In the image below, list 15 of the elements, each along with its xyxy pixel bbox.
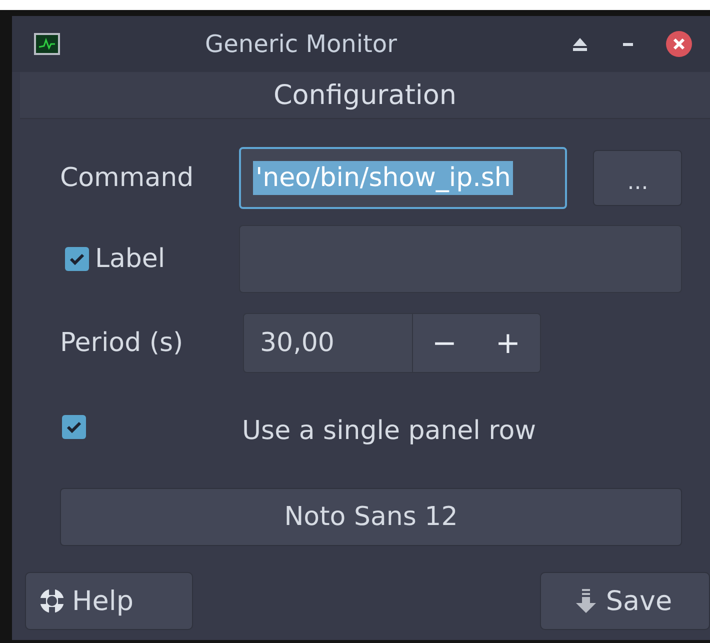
single-row-checkbox[interactable] [62, 415, 86, 439]
section-title: Configuration [273, 80, 457, 110]
help-button[interactable]: Help [25, 572, 193, 630]
label-checkbox[interactable] [65, 247, 89, 271]
font-button[interactable]: Noto Sans 12 [60, 488, 682, 546]
window-title: Generic Monitor [204, 30, 398, 58]
checkbox-label: Label [95, 244, 166, 274]
checkbox-label: Use a single panel row [242, 416, 536, 446]
close-icon[interactable] [666, 31, 692, 57]
field-label: Period (s) [60, 328, 184, 358]
lifebuoy-icon [38, 587, 66, 615]
monitor-icon [34, 33, 60, 55]
save-button[interactable]: Save [540, 572, 710, 630]
browse-button[interactable]: ... [593, 150, 682, 206]
field-label: Command [60, 163, 195, 193]
